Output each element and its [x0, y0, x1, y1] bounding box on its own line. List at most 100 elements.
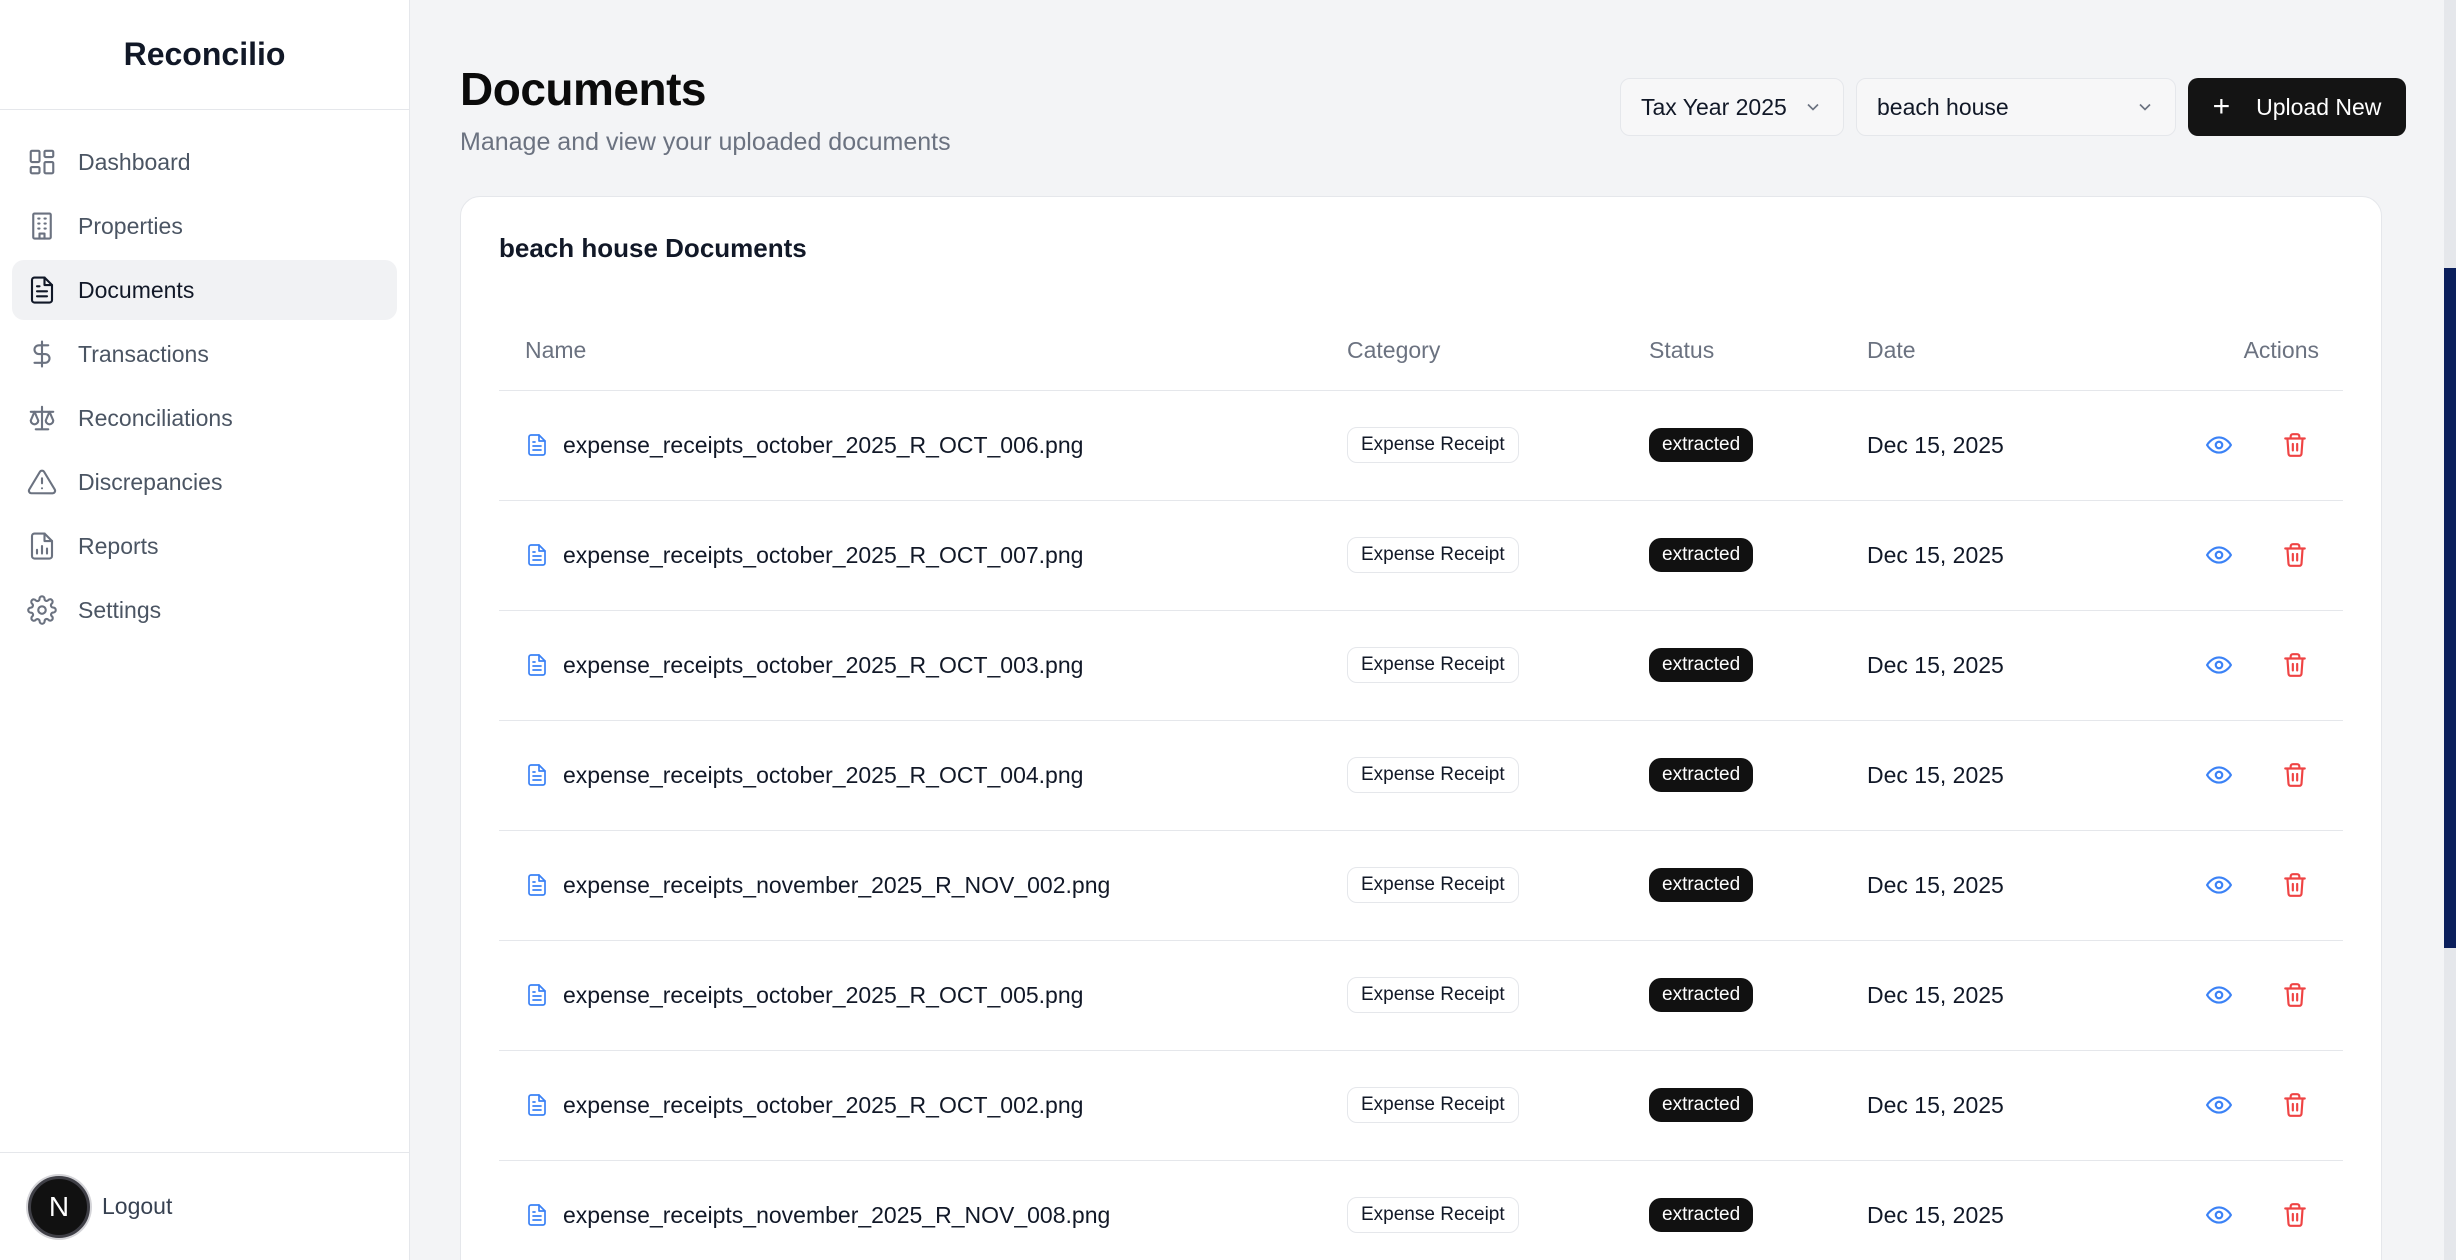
file-name-text: expense_receipts_october_2025_R_OCT_003.… [563, 651, 1084, 678]
date-cell: Dec 15, 2025 [1867, 1050, 2077, 1161]
chevron-down-icon [1807, 103, 1819, 111]
scrollbar-track[interactable] [2444, 0, 2456, 1260]
trash-icon [2284, 763, 2306, 787]
name-cell: expense_receipts_october_2025_R_OCT_003.… [499, 610, 1347, 721]
property-select[interactable]: beach house [1856, 78, 2176, 136]
eye-icon [2205, 766, 2232, 784]
upload-new-button[interactable]: + Upload New [2188, 78, 2406, 136]
gear-icon [26, 594, 58, 626]
status-badge: extracted [1649, 868, 1754, 902]
table-row[interactable]: expense_receipts_october_2025_R_OCT_004.… [499, 720, 2343, 831]
sidebar-item-settings[interactable]: Settings [12, 580, 397, 640]
eye-icon [2205, 1096, 2232, 1114]
warning-icon [26, 466, 58, 498]
file-name[interactable]: expense_receipts_november_2025_R_NOV_002… [525, 872, 1347, 899]
view-button[interactable] [2199, 1085, 2239, 1125]
date-cell: Dec 15, 2025 [1867, 390, 2077, 501]
status-cell: extracted [1649, 1160, 1867, 1260]
view-button[interactable] [2199, 425, 2239, 465]
file-icon [528, 1094, 546, 1116]
sidebar-item-documents[interactable]: Documents [12, 260, 397, 320]
sidebar-item-discrepancies[interactable]: Discrepancies [12, 452, 397, 512]
avatar[interactable]: N [28, 1175, 90, 1238]
eye-icon [2205, 1206, 2232, 1224]
sidebar-item-transactions[interactable]: Transactions [12, 324, 397, 384]
category-cell: Expense Receipt [1347, 1160, 1649, 1260]
file-name[interactable]: expense_receipts_october_2025_R_OCT_003.… [525, 652, 1347, 679]
view-button[interactable] [2199, 535, 2239, 575]
delete-button[interactable] [2275, 645, 2315, 685]
column-header-actions: Actions [2076, 312, 2343, 391]
delete-button[interactable] [2275, 865, 2315, 905]
file-name[interactable]: expense_receipts_october_2025_R_OCT_004.… [525, 762, 1347, 789]
delete-button[interactable] [2275, 1195, 2315, 1235]
brand-logo: Reconcilio [0, 0, 409, 110]
table-row[interactable]: expense_receipts_november_2025_R_NOV_002… [499, 830, 2343, 941]
sidebar-item-reports[interactable]: Reports [12, 516, 397, 576]
logout-link[interactable]: Logout [102, 1193, 172, 1220]
name-cell: expense_receipts_october_2025_R_OCT_007.… [499, 500, 1347, 611]
column-header-category[interactable]: Category [1347, 312, 1649, 391]
column-header-date[interactable]: Date [1867, 312, 2077, 391]
file-name[interactable]: expense_receipts_october_2025_R_OCT_002.… [525, 1092, 1347, 1119]
view-button[interactable] [2199, 645, 2239, 685]
delete-button[interactable] [2275, 755, 2315, 795]
category-badge: Expense Receipt [1347, 537, 1519, 573]
trash-icon [2284, 873, 2306, 897]
card-title: beach house Documents [499, 233, 807, 263]
category-badge: Expense Receipt [1347, 1197, 1519, 1233]
trash-icon [2284, 1093, 2306, 1117]
view-button[interactable] [2199, 865, 2239, 905]
sidebar-item-label: Reconciliations [78, 404, 233, 431]
table-row[interactable]: expense_receipts_october_2025_R_OCT_003.… [499, 610, 2343, 721]
sidebar-item-dashboard[interactable]: Dashboard [12, 132, 397, 192]
delete-button[interactable] [2275, 535, 2315, 575]
sidebar: Reconcilio Dashboard Properties Document… [0, 0, 410, 1260]
trash-icon [2284, 433, 2306, 457]
documents-card: beach house Documents Name Category Stat… [460, 196, 2382, 1260]
actions-cell [2076, 720, 2343, 831]
category-cell: Expense Receipt [1347, 940, 1649, 1051]
dollar-icon [26, 338, 58, 370]
dashboard-icon [26, 146, 58, 178]
table-row[interactable]: expense_receipts_october_2025_R_OCT_005.… [499, 940, 2343, 1051]
file-icon [528, 984, 546, 1006]
scrollbar-thumb[interactable] [2444, 268, 2456, 948]
status-badge: extracted [1649, 428, 1754, 462]
status-cell: extracted [1649, 940, 1867, 1051]
view-button[interactable] [2199, 975, 2239, 1015]
file-name[interactable]: expense_receipts_october_2025_R_OCT_007.… [525, 542, 1347, 569]
column-header-name[interactable]: Name [499, 312, 1347, 391]
view-button[interactable] [2199, 755, 2239, 795]
table-row[interactable]: expense_receipts_october_2025_R_OCT_002.… [499, 1050, 2343, 1161]
tax-year-value: Tax Year 2025 [1641, 93, 1787, 120]
name-cell: expense_receipts_november_2025_R_NOV_002… [499, 830, 1347, 941]
date-cell: Dec 15, 2025 [1867, 830, 2077, 941]
status-cell: extracted [1649, 390, 1867, 501]
name-cell: expense_receipts_october_2025_R_OCT_005.… [499, 940, 1347, 1051]
view-button[interactable] [2199, 1195, 2239, 1235]
file-name[interactable]: expense_receipts_october_2025_R_OCT_005.… [525, 982, 1347, 1009]
file-name[interactable]: expense_receipts_november_2025_R_NOV_008… [525, 1202, 1347, 1229]
delete-button[interactable] [2275, 975, 2315, 1015]
table-row[interactable]: expense_receipts_november_2025_R_NOV_008… [499, 1160, 2343, 1260]
header-controls: Tax Year 2025 beach house + Upload New [1620, 78, 2406, 136]
actions-cell [2076, 610, 2343, 721]
delete-button[interactable] [2275, 1085, 2315, 1125]
sidebar-nav: Dashboard Properties Documents Transacti… [0, 110, 409, 666]
table-body: expense_receipts_october_2025_R_OCT_006.… [499, 390, 2343, 1260]
delete-button[interactable] [2275, 425, 2315, 465]
sidebar-item-label: Settings [78, 596, 162, 623]
trash-icon [2284, 983, 2306, 1007]
sidebar-item-properties[interactable]: Properties [12, 196, 397, 256]
file-name[interactable]: expense_receipts_october_2025_R_OCT_006.… [525, 432, 1347, 459]
table-row[interactable]: expense_receipts_october_2025_R_OCT_006.… [499, 390, 2343, 501]
sidebar-item-reconciliations[interactable]: Reconciliations [12, 388, 397, 448]
category-cell: Expense Receipt [1347, 830, 1649, 941]
column-header-status[interactable]: Status [1649, 312, 1867, 391]
tax-year-select[interactable]: Tax Year 2025 [1620, 78, 1844, 136]
status-badge: extracted [1649, 538, 1754, 572]
eye-icon [2205, 656, 2232, 674]
date-cell: Dec 15, 2025 [1867, 500, 2077, 611]
table-row[interactable]: expense_receipts_october_2025_R_OCT_007.… [499, 500, 2343, 611]
